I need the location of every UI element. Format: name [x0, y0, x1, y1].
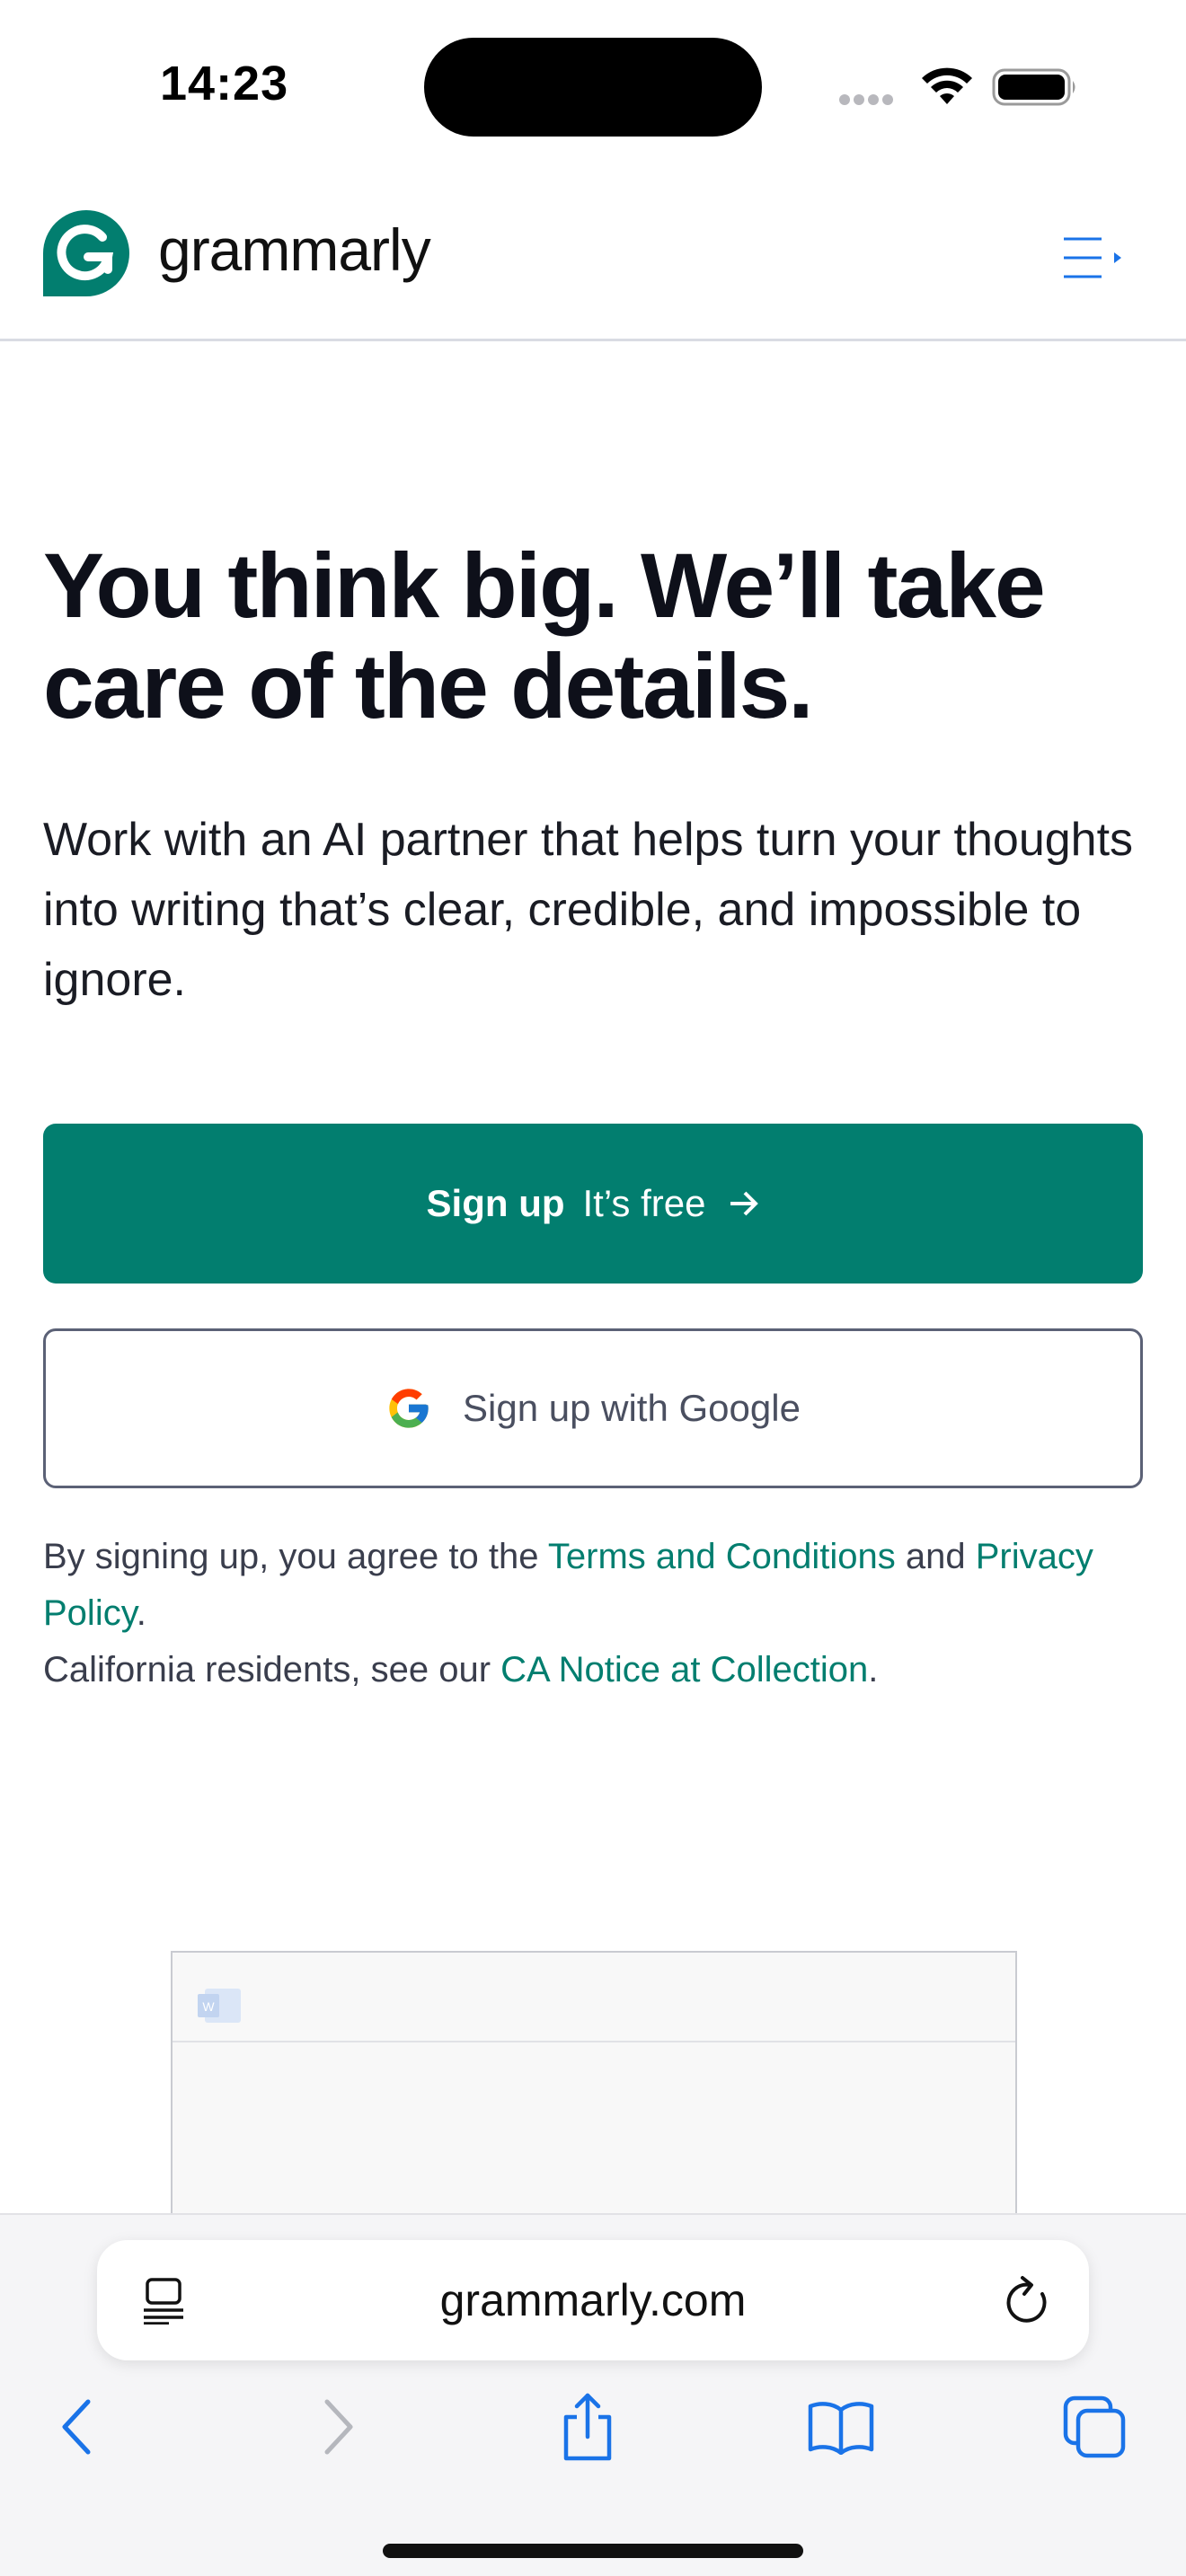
forward-button[interactable] [293, 2382, 383, 2472]
browser-toolbar: grammarly.com [0, 2213, 1186, 2576]
legal-text: California residents, see our [43, 1650, 501, 1689]
signup-button-label: Sign up [426, 1182, 565, 1224]
google-icon [389, 1389, 429, 1428]
tabs-button[interactable] [1049, 2382, 1139, 2472]
page: 14:23 grammarly You think big. We’ll tak… [0, 0, 1186, 2576]
status-bar: 14:23 [0, 0, 1186, 171]
bookmarks-button[interactable] [796, 2382, 886, 2472]
dynamic-island [424, 38, 762, 137]
status-time: 14:23 [160, 57, 289, 110]
chevron-right-icon [324, 2399, 353, 2455]
address-bar[interactable]: grammarly.com [97, 2240, 1089, 2360]
menu-icon[interactable] [1062, 234, 1125, 282]
site-header: grammarly [0, 171, 1186, 341]
back-button[interactable] [32, 2382, 122, 2472]
legal-text: . [868, 1650, 879, 1689]
legal-text: By signing up, you agree to the [43, 1537, 548, 1576]
tabs-icon [1063, 2395, 1126, 2458]
battery-icon [992, 68, 1075, 106]
hero-title: You think big. We’ll take care of the de… [43, 534, 1046, 737]
chevron-left-icon [62, 2399, 91, 2455]
word-doc-icon: W [198, 1989, 241, 2023]
signup-button[interactable]: Sign up It’s free [43, 1124, 1143, 1284]
url-text[interactable]: grammarly.com [97, 2274, 1089, 2326]
google-signup-label: Sign up with Google [463, 1387, 801, 1429]
grammarly-logo-icon[interactable] [43, 210, 129, 296]
legal-text: . [136, 1593, 146, 1633]
book-icon [808, 2402, 874, 2455]
wifi-icon [922, 67, 972, 104]
hero-subtitle: Work with an AI partner that helps turn … [43, 814, 1134, 1006]
legal-notice: By signing up, you agree to the Terms an… [43, 1529, 1148, 1698]
home-indicator[interactable] [383, 2544, 803, 2558]
legal-text: and [895, 1537, 976, 1576]
arrow-right-icon [730, 1191, 759, 1216]
google-signup-button[interactable]: Sign up with Google [43, 1328, 1143, 1488]
share-button[interactable] [543, 2382, 633, 2472]
brand-name[interactable]: grammarly [158, 216, 431, 284]
signup-button-sublabel: It’s free [582, 1182, 706, 1224]
browser-nav-row [0, 2382, 1186, 2472]
document-toolbar: W [173, 1953, 1015, 2042]
share-icon [563, 2393, 612, 2461]
reload-icon[interactable] [1003, 2274, 1053, 2326]
cellular-signal-icon [839, 93, 902, 106]
terms-link[interactable]: Terms and Conditions [548, 1537, 896, 1576]
ca-notice-link[interactable]: CA Notice at Collection [500, 1650, 868, 1689]
svg-text:W: W [202, 1999, 215, 2014]
